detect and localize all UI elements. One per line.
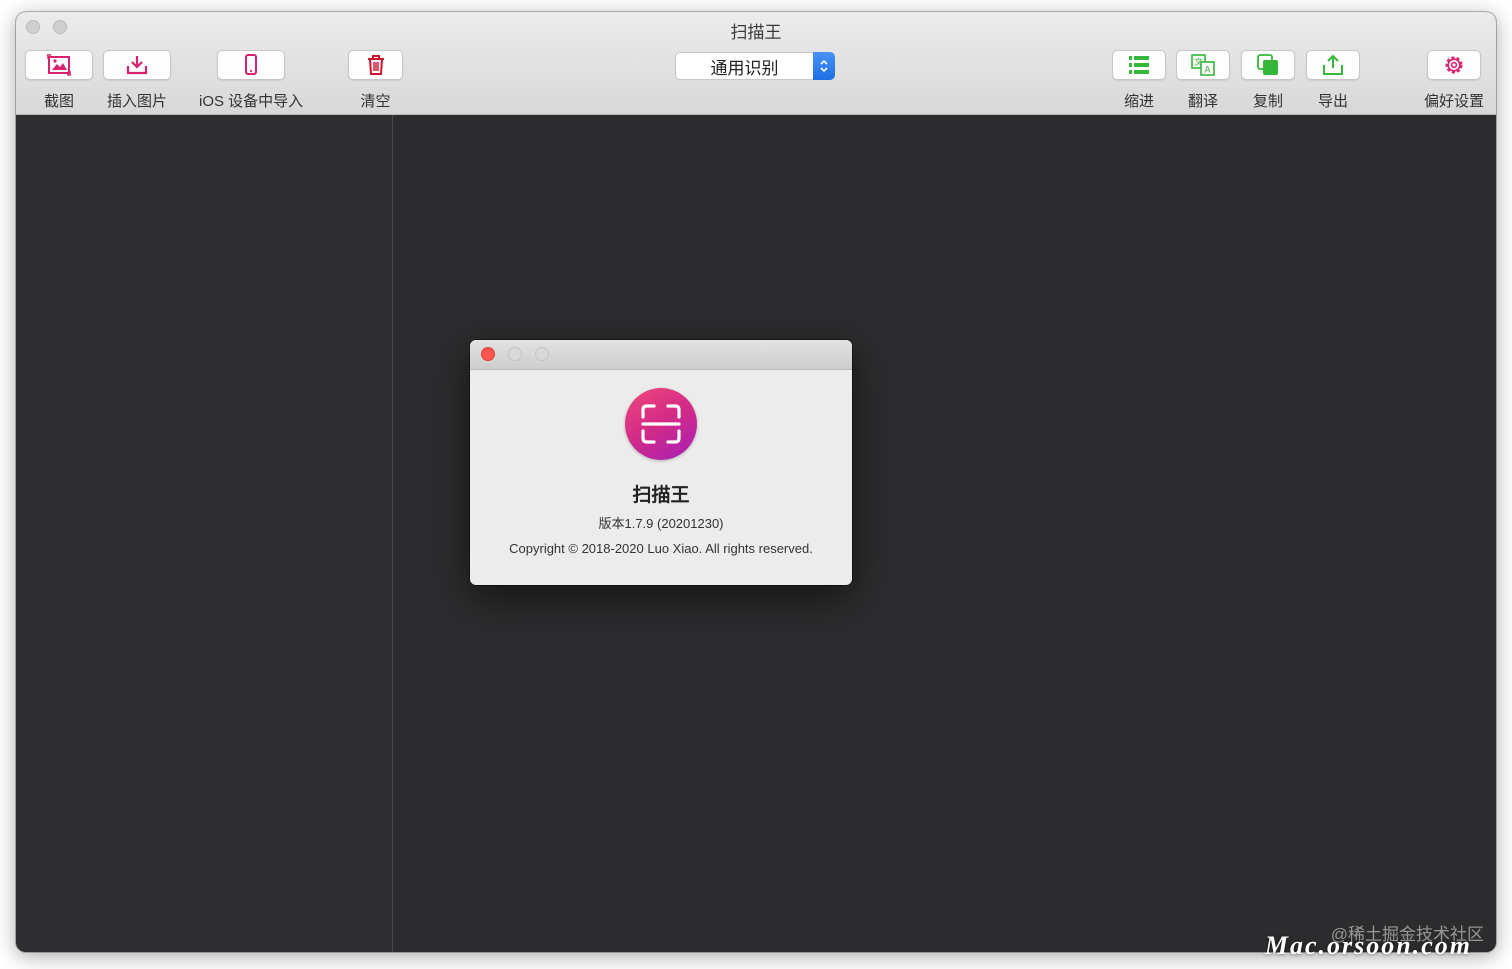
insert-image-icon — [126, 56, 148, 75]
ios-import-tool[interactable]: iOS 设备中导入 — [199, 50, 303, 111]
screenshot-tool[interactable]: 截图 — [25, 50, 93, 111]
export-button[interactable] — [1306, 50, 1360, 80]
translate-label: 翻译 — [1187, 93, 1218, 110]
screenshot-button[interactable] — [25, 50, 93, 80]
app-logo-icon — [625, 388, 697, 460]
preferences-tool[interactable]: 偏好设置 — [1424, 50, 1484, 111]
insert-image-tool[interactable]: 插入图片 — [103, 50, 171, 111]
list-indent-icon — [1129, 56, 1149, 74]
copy-tool[interactable]: 复制 — [1241, 50, 1295, 111]
ios-import-button[interactable] — [217, 50, 286, 80]
about-window-controls — [481, 347, 549, 361]
clear-label: 清空 — [360, 93, 391, 110]
about-close-button[interactable] — [481, 347, 495, 361]
about-copyright: Copyright © 2018-2020 Luo Xiao. All righ… — [509, 541, 813, 556]
gear-icon — [1445, 56, 1463, 74]
toolbar: 扫描王 截图 插入图片 iOS 设备中导入 清空 通用识别 缩进 文 A 翻译 … — [16, 12, 1496, 115]
about-dialog: 扫描王 版本1.7.9 (20201230) Copyright © 2018-… — [470, 340, 852, 585]
export-icon — [1323, 54, 1343, 75]
about-version: 版本1.7.9 (20201230) — [598, 516, 724, 531]
site-watermark: Mac.orsoon.com — [1264, 931, 1472, 960]
about-minimize-button — [508, 347, 522, 361]
copy-icon — [1257, 54, 1278, 75]
image-list-sidebar[interactable] — [16, 115, 393, 952]
copy-label: 复制 — [1252, 93, 1283, 110]
iphone-icon — [245, 54, 258, 75]
translate-button[interactable]: 文 A — [1176, 50, 1230, 80]
screenshot-icon — [47, 54, 71, 76]
indent-label: 缩进 — [1123, 93, 1154, 110]
screenshot-label: 截图 — [43, 93, 74, 110]
window-title: 扫描王 — [730, 23, 782, 42]
recognition-mode-select[interactable]: 通用识别 — [675, 52, 835, 80]
copy-button[interactable] — [1241, 50, 1295, 80]
svg-text:A: A — [1204, 66, 1211, 76]
about-app-name: 扫描王 — [632, 485, 690, 506]
clear-tool[interactable]: 清空 — [348, 50, 403, 111]
indent-tool[interactable]: 缩进 — [1112, 50, 1166, 111]
trash-icon — [367, 55, 384, 75]
translate-icon: 文 A — [1191, 54, 1215, 76]
clear-button[interactable] — [348, 50, 403, 80]
select-arrows-icon — [813, 52, 835, 80]
export-label: 导出 — [1317, 93, 1348, 110]
translate-tool[interactable]: 文 A 翻译 — [1176, 50, 1230, 111]
preferences-label: 偏好设置 — [1424, 93, 1485, 110]
about-zoom-button — [535, 347, 549, 361]
preferences-button[interactable] — [1427, 50, 1481, 80]
export-tool[interactable]: 导出 — [1306, 50, 1360, 111]
about-titlebar — [470, 340, 852, 370]
insert-image-button[interactable] — [103, 50, 171, 80]
indent-button[interactable] — [1112, 50, 1166, 80]
insert-image-label: 插入图片 — [106, 93, 167, 110]
recognition-mode-value: 通用识别 — [710, 58, 779, 78]
ios-import-label: iOS 设备中导入 — [199, 93, 304, 110]
